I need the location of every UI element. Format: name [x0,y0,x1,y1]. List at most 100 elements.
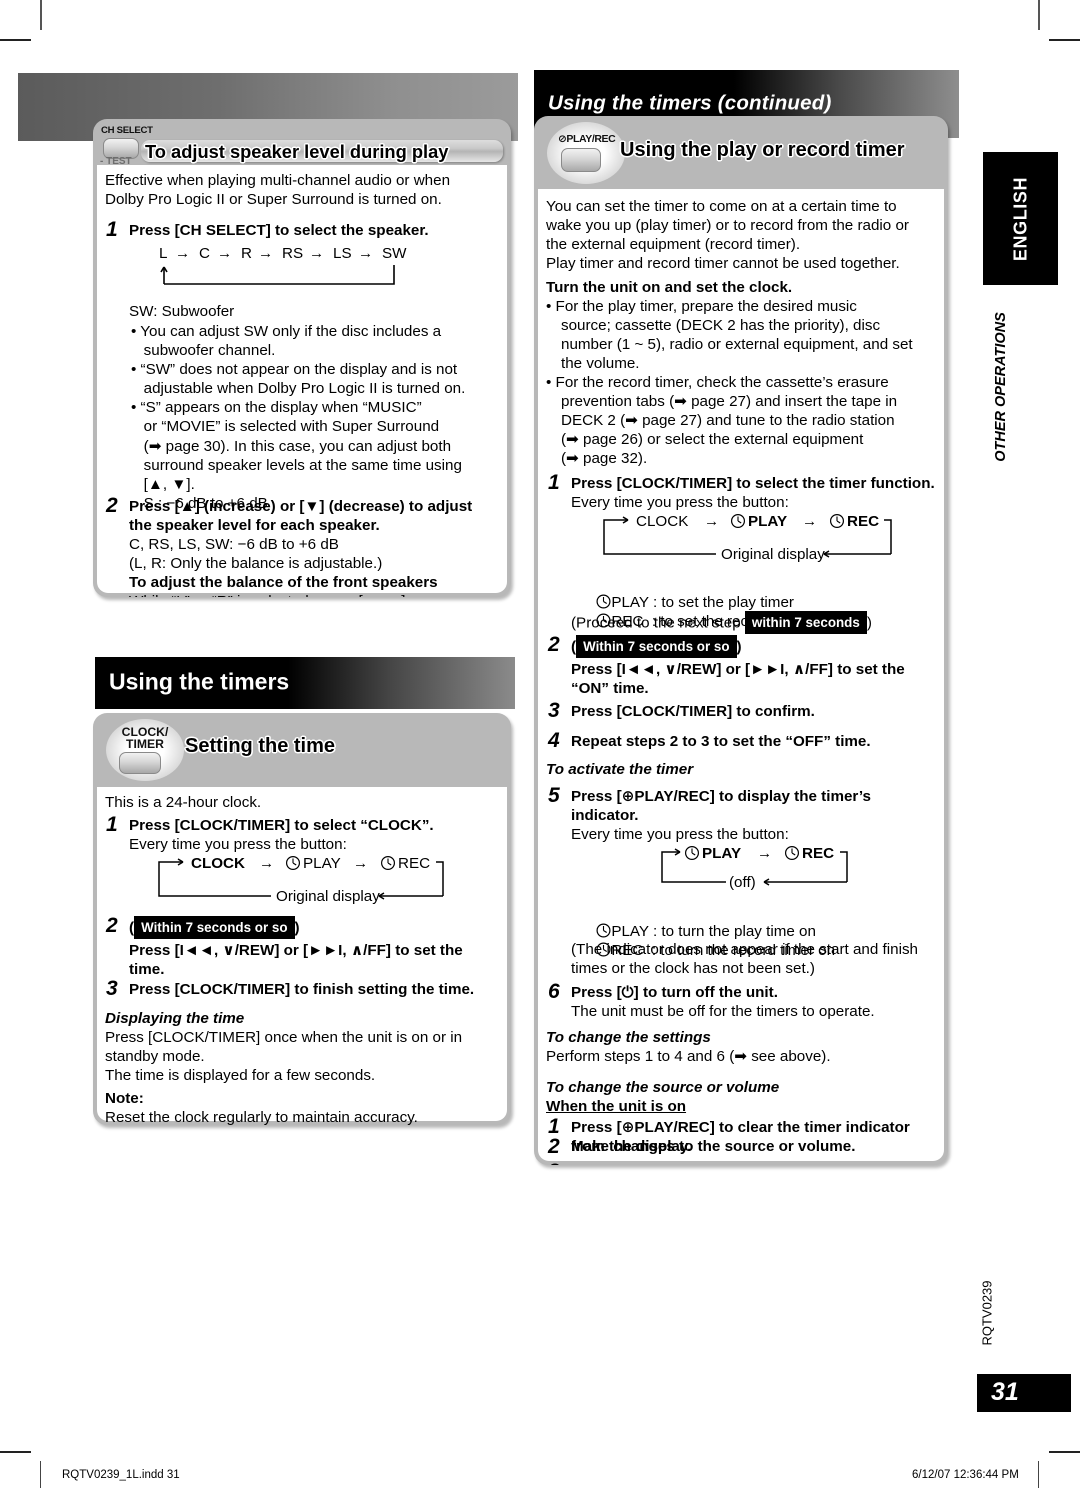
english-tab-label: ENGLISH [1010,176,1030,261]
panel-adjust-speaker-level: CH SELECT - TEST To adjust speaker level… [93,119,511,597]
right-cs-step3-number: 3 [548,1160,560,1165]
right-step5-line2: indicator. [571,807,639,824]
svg-text:→: → [353,855,368,872]
right-step5-number: 5 [548,784,560,807]
right-legend2-line3: (The indicator does not appear if the st… [571,941,918,958]
right-step6-text: Press [⏻] to turn off the unit. [571,984,778,1001]
svg-text:CLOCK: CLOCK [191,855,245,872]
svg-text:LS: LS [333,245,352,262]
svg-text:(off): (off) [729,874,756,891]
panel2-step1-text: Press [CLOCK/TIMER] to select “CLOCK”. [129,817,434,834]
footer-timestamp: 6/12/07 12:36:44 PM [912,1469,1019,1481]
right-change-source-heading: To change the source or volume [546,1079,780,1096]
svg-text:PLAY: PLAY [748,513,787,530]
right-header-title: Using the timers (continued) [548,91,832,115]
right-cs-step3-line1: Perform steps 5 and 6 (➡ see above). [571,1163,839,1165]
right-proceed-line: (Proceed to the next step within 7 secon… [571,611,872,634]
svg-text:REC: REC [398,855,430,872]
right-change-source-subheading: When the unit is on [546,1098,687,1115]
svg-text:PLAY: PLAY [702,845,741,862]
right-change-settings-text: Perform steps 1 to 4 and 6 (➡ see above)… [546,1048,831,1065]
panel2-step2-line2: time. [129,961,165,978]
doc-code-label: RQTV0239 [979,1280,995,1346]
svg-text:→: → [259,855,274,872]
svg-text:CLOCK: CLOCK [636,513,688,530]
other-operations-tab: OTHER OPERATIONS [984,292,1018,482]
svg-text:→: → [217,245,232,262]
crop-mark-top-right-vertical [1038,0,1040,30]
right-turn-on-heading: Turn the unit on and set the clock. [546,279,793,296]
right-bullet-2-cont3: (➡ page 26) or select the external equip… [561,431,864,448]
right-cs-step1-line1: Press [⊕PLAY/REC] to clear the timer ind… [571,1119,910,1136]
right-bullet-1-bold: For the play timer, [555,298,678,315]
right-proceed-suffix: ) [866,614,872,632]
manual-page: Using the timers (continued) CH SELECT -… [0,0,1080,1491]
right-step1-sub: Every time you press the button: [571,494,789,511]
doc-code-vertical: RQTV0239 [975,1258,999,1368]
play-rec-button-label: ⊘PLAY/REC [558,134,616,145]
right-bullet-2-cont4: (➡ page 32). [561,450,648,467]
svg-text:Original display: Original display [721,546,825,563]
play-rec-button-key [561,148,601,172]
right-step2-number: 2 [548,633,560,656]
right-step6-sub: The unit must be off for the timers to o… [571,1003,875,1020]
footer-rule-left [40,1461,41,1488]
clock-cycle-diagram: CLOCK → PLAY → REC Original display [158,855,444,905]
panel2-step1-sub: Every time you press the button: [129,836,347,853]
right-bullet-2-cont2: DECK 2 (➡ page 27) and tune to the radio… [561,412,895,429]
panel2-step1-number: 1 [106,813,118,836]
right-bullet-2-cont1: prevention tabs (➡ page 27) and insert t… [561,393,898,410]
crop-mark-top-left-vertical [40,0,42,30]
right-bullet-2-bold: For the record timer, [555,374,693,391]
within-7-seconds-inline-tag: within 7 seconds [744,611,867,634]
svg-text:Original display: Original display [276,888,380,905]
right-step2-tagline: (Within 7 seconds or so) [571,635,742,658]
svg-text:→: → [802,513,817,530]
svg-text:→: → [704,513,719,530]
footer-filename: RQTV0239_1L.indd 31 [62,1469,180,1481]
speaker-cycle-diagram: L → C → R → RS → LS → SW [159,245,407,285]
panel1-sw-label: SW: Subwoofer [129,303,235,320]
footer-rule-right [1038,1461,1039,1488]
right-bullet-1-cont3: the volume. [561,355,640,372]
svg-text:REC: REC [802,845,834,862]
right-step4-text: Repeat steps 2 to 3 to set the “OFF” tim… [571,733,871,750]
right-bullet-1-rest: prepare the desired music [677,298,857,315]
panel1-step2-number: 2 [106,494,118,517]
panel-setting-the-time: CLOCK/ TIMER Setting the time This is a … [93,713,511,1125]
right-step4-number: 4 [548,729,560,752]
panel1-title: To adjust speaker level during play [145,141,449,162]
page-number-label: 31 [991,1377,1019,1406]
within-7-seconds-tag: Within 7 seconds or so [134,916,295,939]
right-intro-2: wake you up (play timer) or to record fr… [546,217,909,234]
right-bullet-2: • For the record timer, check the casset… [546,374,889,391]
panel1-step2-range: C, RS, LS, SW: −6 dB to +6 dB [129,536,339,553]
right-cs-step2-number: 2 [548,1135,560,1158]
svg-text:PLAY: PLAY [303,855,341,872]
svg-text:SW: SW [382,245,407,262]
english-tab: ENGLISH [983,152,1058,285]
right-step5-sub: Every time you press the button: [571,826,789,843]
right-step3-text: Press [CLOCK/TIMER] to confirm. [571,703,815,720]
panel1-intro-line2: Dolby Pro Logic II or Super Surround is … [105,191,442,208]
panel2-note-heading: Note: [105,1090,144,1107]
right-bullet-2-rest: check the cassette’s erasure [692,374,889,391]
svg-text:→: → [175,245,190,262]
ch-select-button-top-label: CH SELECT [101,125,153,136]
svg-text:→: → [358,245,373,262]
right-proceed-prefix: (Proceed to the next step [571,614,745,632]
right-legend2-line4: times or the clock has not been set.) [571,960,815,977]
right-intro-3: the external equipment (record timer). [546,236,801,253]
crop-mark-top-left-horizontal [0,39,31,41]
svg-text:R: R [241,245,252,262]
panel1-bullet-1: • You can adjust SW only if the disc inc… [131,323,442,360]
panel1-step1-number: 1 [106,218,118,241]
panel2-intro: This is a 24-hour clock. [105,794,262,811]
panel2-displaying-line2: standby mode. [105,1048,205,1065]
right-step2-line2: “ON” time. [571,680,649,697]
svg-text:C: C [199,245,210,262]
panel2-step2-tagline: (Within 7 seconds or so) [129,916,300,939]
right-step6-number: 6 [548,980,560,1003]
svg-text:L: L [159,245,167,262]
right-bullet-1: • For the play timer, prepare the desire… [546,298,857,315]
